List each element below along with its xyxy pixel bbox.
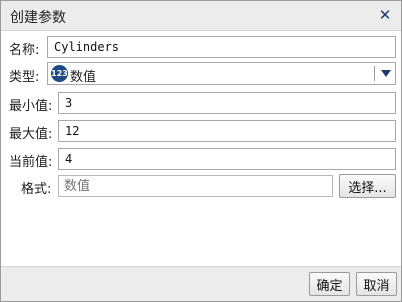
ok-button[interactable]: 确定 — [309, 272, 350, 296]
name-input[interactable] — [48, 37, 395, 57]
format-field — [58, 175, 333, 197]
type-label: 类型: — [9, 70, 40, 85]
max-field[interactable] — [58, 120, 396, 142]
min-field[interactable] — [58, 92, 396, 114]
format-label: 格式: — [21, 182, 52, 197]
dialog-footer: 确定 取消 — [1, 266, 401, 301]
max-label: 最大值: — [9, 127, 53, 142]
type-select-value: 数值 — [70, 70, 97, 85]
current-label: 当前值: — [9, 155, 53, 170]
choose-format-button[interactable]: 选择... — [339, 174, 396, 198]
min-label: 最小值: — [9, 99, 53, 114]
create-parameter-dialog: 创建参数 ✕ 名称: 类型: 123 数值 最小值: 最大值: 当前值: 格式:… — [0, 0, 402, 302]
dialog-title: 创建参数 — [10, 10, 66, 26]
max-input[interactable] — [59, 121, 395, 141]
format-input — [59, 176, 332, 196]
type-select[interactable]: 123 数值 — [47, 62, 396, 85]
current-field[interactable] — [58, 148, 396, 170]
name-label: 名称: — [9, 43, 40, 58]
cancel-button[interactable]: 取消 — [356, 272, 397, 296]
select-divider — [374, 66, 375, 81]
chevron-down-icon[interactable] — [381, 70, 391, 77]
min-input[interactable] — [59, 93, 395, 113]
title-bar: 创建参数 ✕ — [1, 1, 401, 31]
numeric-type-icon: 123 — [51, 65, 68, 82]
name-field[interactable] — [47, 36, 396, 58]
close-icon[interactable]: ✕ — [375, 5, 395, 25]
current-input[interactable] — [59, 149, 395, 169]
